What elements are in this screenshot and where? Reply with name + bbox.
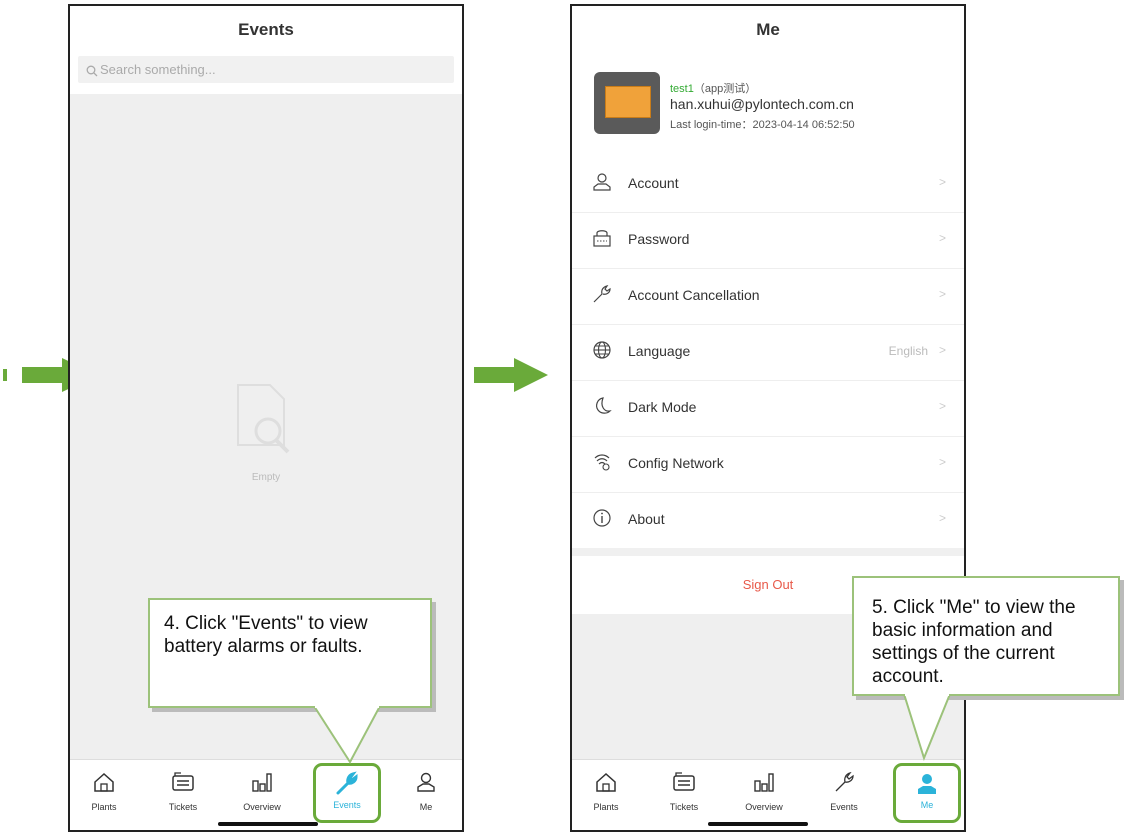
callout-pointer-5: [902, 694, 952, 761]
tab-label: Events: [830, 802, 858, 812]
tab-label: Tickets: [168, 802, 198, 812]
menu-item-label: Account Cancellation: [628, 287, 760, 303]
home-indicator: [218, 822, 318, 826]
callout-step-4: 4. Click "Events" to view battery alarms…: [148, 598, 432, 708]
user-icon: [918, 774, 936, 794]
avatar: [594, 72, 660, 134]
tab-label: Events: [333, 800, 361, 810]
ticket-icon: [673, 772, 695, 791]
menu-item-account[interactable]: Account >: [572, 156, 964, 213]
page-title: Me: [756, 20, 780, 39]
search-placeholder: Search something...: [100, 62, 216, 77]
home-indicator: [708, 822, 808, 826]
chevron-right-icon: >: [938, 343, 946, 357]
tab-events[interactable]: Events: [814, 768, 874, 812]
menu-item-language[interactable]: Language English >: [572, 324, 964, 381]
globe-icon: [593, 341, 611, 359]
menu-item-label: Password: [628, 231, 690, 247]
ticket-icon: [172, 772, 194, 791]
chevron-right-icon: >: [938, 455, 946, 469]
tab-me[interactable]: Me: [396, 768, 456, 812]
chevron-right-icon: >: [938, 399, 946, 413]
menu-item-label: About: [628, 511, 665, 527]
info-icon: [593, 509, 611, 527]
section-divider: [572, 548, 964, 556]
tab-label: Me: [419, 802, 433, 812]
chevron-right-icon: >: [938, 511, 946, 525]
tab-label: Tickets: [669, 802, 699, 812]
menu-item-label: Config Network: [628, 455, 724, 471]
menu-item-about[interactable]: About >: [572, 492, 964, 549]
chevron-right-icon: >: [938, 175, 946, 189]
menu-item-config-network[interactable]: Config Network >: [572, 436, 964, 493]
network-icon: [594, 454, 610, 471]
tab-label: Plants: [593, 802, 619, 812]
profile-email: han.xuhui@pylontech.com.cn: [670, 96, 854, 112]
menu-item-label: Dark Mode: [628, 399, 697, 415]
menu-item-password[interactable]: Password >: [572, 212, 964, 269]
menu-item-label: Language: [628, 343, 691, 359]
callout-pointer-4: [312, 706, 382, 764]
profile-name: test1（app测试）: [670, 83, 757, 95]
tab-bar: Plants Tickets Overview Events Me: [572, 759, 964, 830]
chevron-right-icon: >: [938, 287, 946, 301]
user-icon: [593, 173, 611, 191]
home-icon: [596, 772, 616, 792]
lock-icon: [593, 230, 611, 247]
tab-label: Me: [920, 800, 934, 810]
empty-document-icon: [237, 384, 290, 454]
tab-overview[interactable]: Overview: [232, 768, 292, 812]
tab-tickets[interactable]: Tickets: [654, 768, 714, 812]
chevron-right-icon: >: [938, 231, 946, 245]
flow-arrow-middle: [474, 358, 550, 397]
profile-card[interactable]: test1（app测试） han.xuhui@pylontech.com.cn …: [572, 56, 964, 156]
search-input[interactable]: Search something...: [78, 56, 454, 83]
tab-overview[interactable]: Overview: [734, 768, 794, 812]
tab-label: Overview: [243, 802, 281, 812]
tab-plants[interactable]: Plants: [576, 768, 636, 812]
wrench-icon: [593, 285, 611, 303]
tab-plants[interactable]: Plants: [74, 768, 134, 812]
tab-me[interactable]: Me: [893, 763, 961, 823]
search-icon: [86, 65, 98, 77]
page-title: Events: [238, 20, 294, 39]
language-value: English: [888, 344, 928, 358]
tab-label: Overview: [745, 802, 783, 812]
menu-item-account-cancellation[interactable]: Account Cancellation >: [572, 268, 964, 325]
wrench-icon: [835, 771, 854, 792]
empty-text: Empty: [251, 472, 281, 483]
tab-label: Plants: [91, 802, 117, 812]
last-login-time: Last login-time：2023-04-14 06:52:50: [670, 119, 855, 131]
bar-chart-icon: [754, 773, 774, 792]
menu-item-dark-mode[interactable]: Dark Mode >: [572, 380, 964, 437]
tab-tickets[interactable]: Tickets: [153, 768, 213, 812]
bar-chart-icon: [252, 773, 272, 792]
tab-bar: Plants Tickets Overview Events Me: [70, 759, 462, 830]
menu-item-label: Account: [628, 175, 679, 191]
moon-icon: [596, 397, 612, 414]
tab-events[interactable]: Events: [313, 763, 381, 823]
home-icon: [94, 772, 114, 792]
wrench-icon: [336, 771, 358, 795]
user-icon: [417, 772, 435, 792]
callout-step-5: 5. Click "Me" to view the basic informat…: [852, 576, 1120, 696]
